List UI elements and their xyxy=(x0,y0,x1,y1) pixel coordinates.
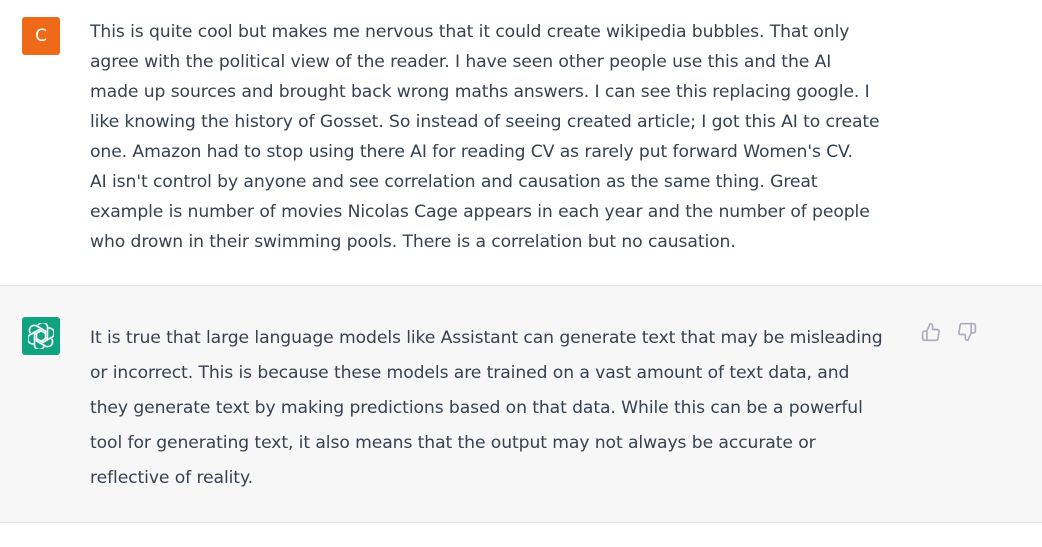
user-message: C This is quite cool but makes me nervou… xyxy=(0,0,1042,286)
user-avatar-letter: C xyxy=(35,26,47,46)
thumbs-down-button[interactable] xyxy=(955,320,979,344)
feedback-buttons xyxy=(919,320,979,344)
user-message-text: This is quite cool but makes me nervous … xyxy=(90,22,880,252)
assistant-avatar xyxy=(22,317,60,355)
openai-logo-icon xyxy=(28,323,54,349)
thumbs-up-icon xyxy=(921,322,940,342)
conversation-thread: C This is quite cool but makes me nervou… xyxy=(0,0,1042,547)
assistant-message: It is true that large language models li… xyxy=(0,286,1042,523)
user-avatar: C xyxy=(22,17,60,55)
thumbs-up-button[interactable] xyxy=(919,320,943,344)
thumbs-down-icon xyxy=(958,322,977,342)
assistant-message-text: It is true that large language models li… xyxy=(90,328,883,488)
